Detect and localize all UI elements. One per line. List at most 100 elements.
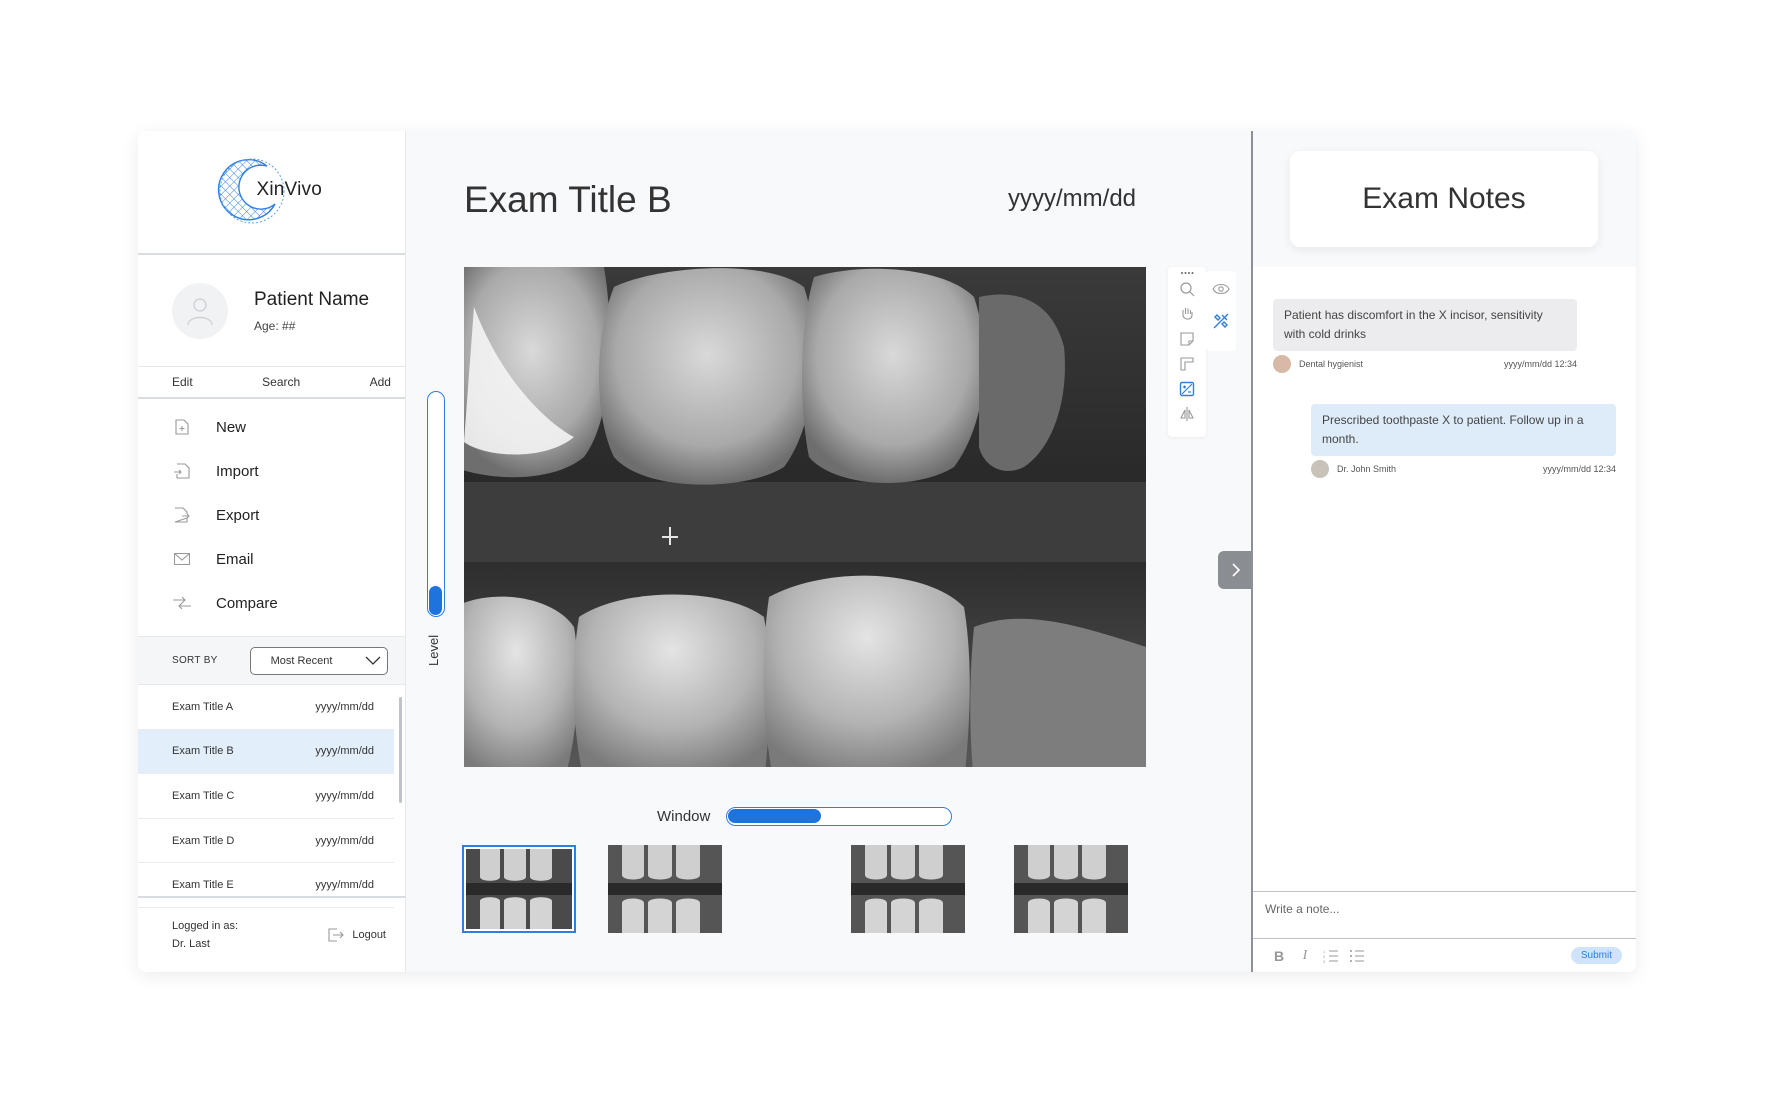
zoom-icon[interactable] <box>1177 279 1197 299</box>
submit-button[interactable]: Submit <box>1570 947 1622 964</box>
flip-icon[interactable] <box>1177 404 1197 424</box>
file-plus-icon <box>172 417 192 437</box>
file-export-icon <box>172 505 192 525</box>
add-button[interactable]: Add <box>370 375 391 389</box>
thumbnail-xray <box>851 845 965 933</box>
author-avatar <box>1311 460 1329 478</box>
bold-button[interactable]: B <box>1267 946 1291 966</box>
page-title: Exam Title B <box>464 179 672 220</box>
thumbnail-xray <box>1014 845 1128 933</box>
exam-notes-panel: Exam Notes Patient has discomfort in the… <box>1251 131 1636 972</box>
drag-handle-icon[interactable] <box>1180 271 1194 275</box>
brand-logo: XinVivo <box>217 152 327 232</box>
exam-viewer: Exam Title B yyyy/mm/dd Level Window <box>406 131 1254 972</box>
exam-row-title: Exam Title E <box>172 879 234 892</box>
sort-select[interactable]: Most Recent <box>249 646 388 675</box>
file-menu: New Import Export Email Compare <box>138 399 405 637</box>
edit-button[interactable]: Edit <box>172 375 193 389</box>
menu-item-label: Export <box>216 506 260 524</box>
note-format-toolbar: B I 123 Submit <box>1253 939 1636 972</box>
thumbnail-4[interactable] <box>1014 845 1128 933</box>
patient-age: Age: ## <box>254 318 296 333</box>
visibility-eye-icon[interactable] <box>1211 279 1231 299</box>
exam-row-title: Exam Title C <box>172 789 235 802</box>
menu-item-compare[interactable]: Compare <box>138 581 405 625</box>
measure-icon[interactable] <box>1177 354 1197 374</box>
numbered-list-icon[interactable]: 123 <box>1319 946 1343 966</box>
italic-button[interactable]: I <box>1293 946 1317 966</box>
exam-date: yyyy/mm/dd <box>1008 185 1137 212</box>
exam-list-scrollbar[interactable] <box>399 697 402 803</box>
file-import-icon <box>172 461 192 481</box>
sidebar-footer: Logged in as: Dr. Last Logout <box>138 896 406 972</box>
note-meta: Dr. John Smith yyyy/mm/dd 12:34 <box>1311 460 1616 478</box>
window-slider-fill <box>728 809 822 823</box>
exam-row-date: yyyy/mm/dd <box>315 789 374 802</box>
exam-row-d[interactable]: Exam Title D yyyy/mm/dd <box>138 819 394 864</box>
svg-text:3: 3 <box>1323 959 1326 963</box>
thumbnail-xray <box>466 849 572 929</box>
logged-in-label: Logged in as: <box>172 920 239 932</box>
pan-hand-icon[interactable] <box>1177 304 1197 324</box>
tooth-tool-icon[interactable] <box>1211 311 1231 331</box>
note-item: Prescribed toothpaste X to patient. Foll… <box>1311 404 1616 456</box>
note-item: Patient has discomfort in the X incisor,… <box>1273 299 1577 351</box>
sidebar: XinVivo Patient Name Age: ## Edit Search… <box>138 131 406 972</box>
view-tools <box>1206 271 1236 351</box>
envelope-icon <box>172 549 192 569</box>
level-slider-fill <box>429 586 442 615</box>
patient-actions: Edit Search Add <box>138 367 405 399</box>
menu-item-import[interactable]: Import <box>138 449 405 493</box>
exam-row-title: Exam Title A <box>172 700 234 713</box>
note-author: Dr. John Smith <box>1337 464 1397 474</box>
exam-row-b[interactable]: Exam Title B yyyy/mm/dd <box>138 729 394 775</box>
logo-area: XinVivo <box>138 131 405 255</box>
level-slider[interactable] <box>427 391 445 617</box>
thumbnail-3[interactable] <box>851 845 965 933</box>
exam-row-date: yyyy/mm/dd <box>315 879 374 892</box>
sort-label: SORT BY <box>172 655 218 666</box>
logout-label: Logout <box>352 929 386 941</box>
search-button[interactable]: Search <box>262 375 300 389</box>
logout-button[interactable]: Logout <box>328 928 386 942</box>
logged-in-info: Logged in as: Dr. Last <box>172 917 238 953</box>
thumbnail-1[interactable] <box>462 845 576 933</box>
note-meta: Dental hygienist yyyy/mm/dd 12:34 <box>1273 355 1577 373</box>
menu-item-label: Compare <box>216 594 278 612</box>
menu-item-label: New <box>216 418 247 436</box>
exam-row-date: yyyy/mm/dd <box>315 834 374 847</box>
menu-item-export[interactable]: Export <box>138 493 405 537</box>
window-label: Window <box>657 808 711 825</box>
menu-item-label: Import <box>216 462 259 480</box>
exam-row-c[interactable]: Exam Title C yyyy/mm/dd <box>138 774 394 819</box>
thumbnail-xray <box>608 845 722 933</box>
sort-bar: SORT BY Most Recent <box>138 637 405 685</box>
contrast-icon[interactable] <box>1177 379 1197 399</box>
window-slider[interactable] <box>726 807 952 826</box>
exam-row-title: Exam Title B <box>172 745 234 758</box>
menu-item-email[interactable]: Email <box>138 537 405 581</box>
annotate-icon[interactable] <box>1177 329 1197 349</box>
logout-icon <box>328 928 345 942</box>
user-placeholder-icon <box>187 297 213 325</box>
avatar <box>172 282 228 339</box>
note-time: yyyy/mm/dd 12:34 <box>1542 464 1616 474</box>
xray-radiograph <box>464 267 1146 781</box>
bullet-list-icon[interactable] <box>1345 946 1369 966</box>
note-input[interactable]: Write a note... <box>1253 891 1636 939</box>
logged-in-user: Dr. Last <box>172 938 210 950</box>
patient-name: Patient Name <box>254 288 370 310</box>
menu-item-label: Email <box>216 550 254 568</box>
xray-image[interactable] <box>464 267 1146 781</box>
note-author: Dental hygienist <box>1299 359 1364 369</box>
menu-item-new[interactable]: New <box>138 405 405 449</box>
exam-row-a[interactable]: Exam Title A yyyy/mm/dd <box>138 685 394 730</box>
collapse-notes-button[interactable] <box>1218 551 1254 589</box>
patient-card: Patient Name Age: ## <box>138 255 405 367</box>
brand-name: XinVivo <box>256 179 322 200</box>
chevron-right-icon <box>1232 563 1241 577</box>
exam-row-date: yyyy/mm/dd <box>315 745 374 758</box>
exam-row-date: yyyy/mm/dd <box>315 700 374 713</box>
thumbnail-2[interactable] <box>608 845 722 933</box>
level-label: Level <box>426 634 441 666</box>
